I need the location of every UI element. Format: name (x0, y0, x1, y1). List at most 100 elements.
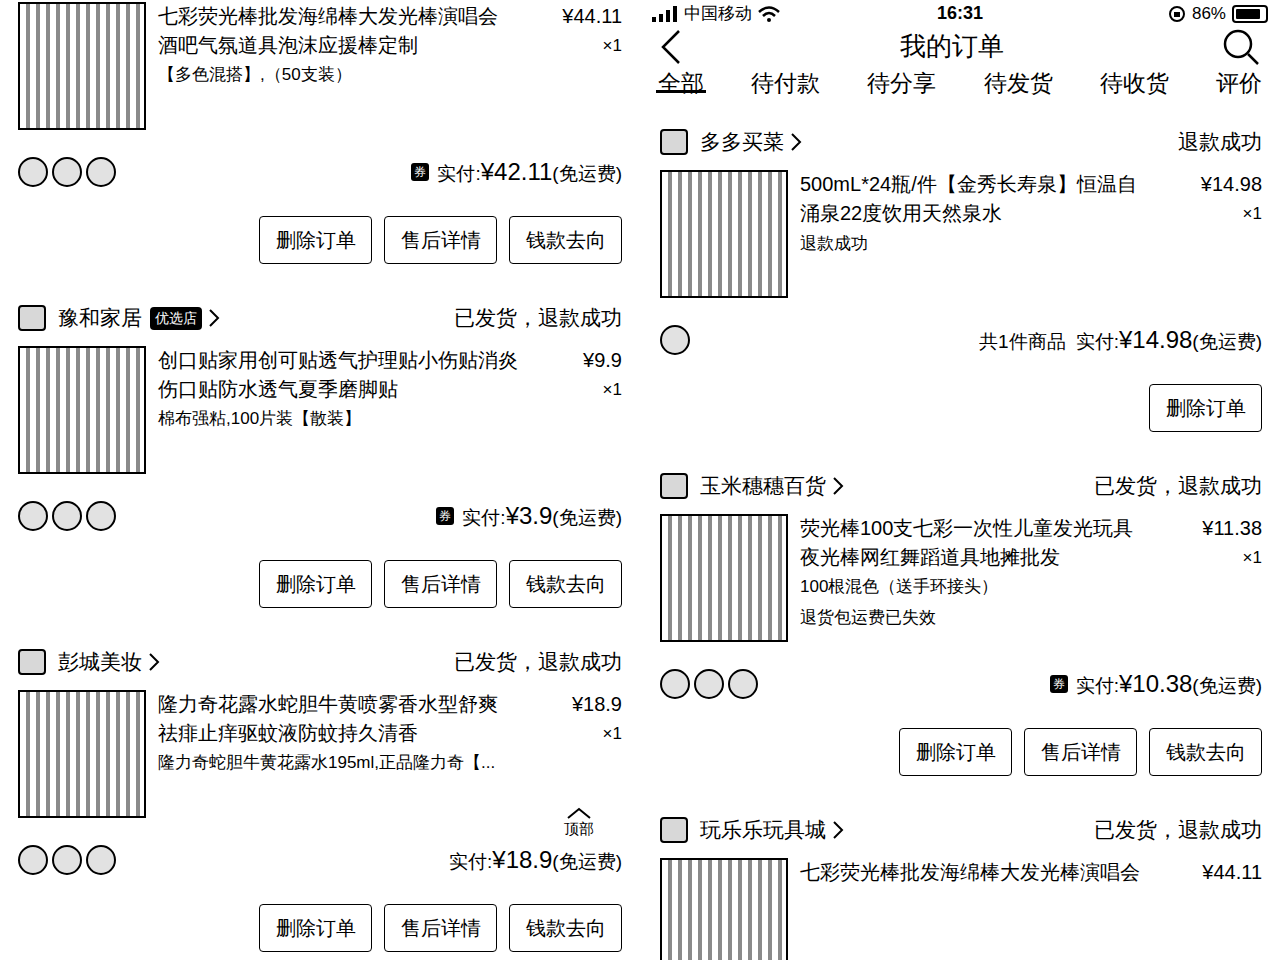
order-action-button[interactable]: 售后详情 (384, 904, 497, 952)
chevron-right-icon (790, 132, 802, 152)
back-icon[interactable] (660, 29, 682, 65)
product-price: ¥44.11 (562, 2, 622, 31)
back-to-top-button[interactable]: 顶部 (560, 806, 598, 838)
order-action-button[interactable]: 钱款去向 (509, 216, 622, 264)
shipping-note: (免运费) (552, 160, 622, 189)
shop-link[interactable]: 玩乐乐玩具城 (660, 814, 844, 846)
wifi-icon (758, 6, 780, 22)
avatar-icon (52, 157, 82, 187)
order-list: 多多买菜退款成功500mL*24瓶/件【金秀长寿泉】恒温自涌泉22度饮用天然泉水… (640, 101, 1280, 960)
order-actions: 删除订单售后详情钱款去向 (18, 560, 622, 608)
shop-name: 玩乐乐玩具城 (700, 814, 826, 846)
product-row[interactable]: 创口贴家用创可贴透气护理贴小伤贴消炎伤口贴防水透气夏季磨脚贴¥9.9×1棉布强粘… (18, 346, 622, 474)
avatar-icon (728, 669, 758, 699)
product-image (660, 514, 788, 642)
product-price: ¥44.11 (1202, 858, 1262, 887)
coupon-icon: 券 (436, 507, 454, 525)
order-card[interactable]: 玩乐乐玩具城 已发货，退款成功七彩荧光棒批发海绵棒大发光棒演唱会¥44.11 (660, 806, 1262, 960)
product-price: ¥11.38 (1202, 514, 1262, 543)
product-title: 创口贴家用创可贴透气护理贴小伤贴消炎伤口贴防水透气夏季磨脚贴 (158, 346, 518, 404)
product-row[interactable]: 500mL*24瓶/件【金秀长寿泉】恒温自涌泉22度饮用天然泉水¥14.98×1… (660, 170, 1262, 298)
page-title: 我的订单 (900, 27, 1004, 66)
tab[interactable]: 全部 (658, 66, 704, 101)
order-action-button[interactable]: 钱款去向 (509, 560, 622, 608)
avatar-icon (86, 845, 116, 875)
product-note: 退货包运费已失效 (800, 602, 1262, 634)
tab[interactable]: 待发货 (984, 66, 1053, 101)
shop-link[interactable]: 玉米穗穗百货 (660, 470, 844, 502)
product-qty: ×1 (603, 31, 622, 60)
product-row[interactable]: 隆力奇花露水蛇胆牛黄喷雾香水型舒爽祛痱止痒驱蚊液防蚊持久清香¥18.9×1隆力奇… (18, 690, 622, 818)
avatar-icon (18, 501, 48, 531)
order-action-button[interactable]: 删除订单 (899, 728, 1012, 776)
item-count: 共1件商品 (979, 328, 1066, 357)
shipping-note: (免运费) (552, 848, 622, 877)
paid-amount: ¥42.11 (481, 154, 553, 190)
product-row[interactable]: 七彩荧光棒批发海绵棒大发光棒演唱会酒吧气氛道具泡沫应援棒定制¥44.11×1【多… (18, 2, 622, 130)
order-action-button[interactable]: 售后详情 (384, 560, 497, 608)
paid-label: 实付: (462, 504, 505, 533)
shop-link[interactable]: 彭城美妆 (18, 646, 160, 678)
avatar-group (18, 501, 120, 531)
avatar-icon (18, 157, 48, 187)
battery-icon (1232, 5, 1268, 23)
shop-name: 多多买菜 (700, 126, 784, 158)
order-action-button[interactable]: 售后详情 (384, 216, 497, 264)
order-actions: 删除订单售后详情钱款去向 (660, 728, 1262, 776)
order-action-button[interactable]: 钱款去向 (509, 904, 622, 952)
signal-icon (652, 6, 678, 22)
tab[interactable]: 待付款 (751, 66, 820, 101)
order-card[interactable]: 豫和家居优选店已发货，退款成功创口贴家用创可贴透气护理贴小伤贴消炎伤口贴防水透气… (18, 294, 622, 608)
order-card[interactable]: 多多买菜退款成功500mL*24瓶/件【金秀长寿泉】恒温自涌泉22度饮用天然泉水… (660, 118, 1262, 432)
rotation-lock-icon (1168, 5, 1186, 23)
paid-amount: ¥18.9 (492, 842, 552, 878)
avatar-icon (86, 501, 116, 531)
order-header: 玩乐乐玩具城 已发货，退款成功 (660, 806, 1262, 854)
shop-link[interactable]: 豫和家居优选店 (18, 302, 220, 334)
avatar-icon (86, 157, 116, 187)
order-action-button[interactable]: 删除订单 (1149, 384, 1262, 432)
order-card[interactable]: 七彩荧光棒批发海绵棒大发光棒演唱会酒吧气氛道具泡沫应援棒定制¥44.11×1【多… (18, 0, 622, 264)
order-action-button[interactable]: 删除订单 (259, 904, 372, 952)
order-footer: 券实付:¥3.9(免运费) (18, 474, 622, 558)
status-bar: 中国移动16:3186% (640, 0, 1280, 27)
order-action-button[interactable]: 钱款去向 (1149, 728, 1262, 776)
coupon-icon: 券 (411, 163, 429, 181)
product-title: 七彩荧光棒批发海绵棒大发光棒演唱会酒吧气氛道具泡沫应援棒定制 (158, 2, 498, 60)
order-actions: 删除订单 (660, 384, 1262, 432)
product-row[interactable]: 荧光棒100支七彩一次性儿童发光玩具夜光棒网红舞蹈道具地摊批发¥11.38×11… (660, 514, 1262, 642)
battery-percent: 86% (1192, 1, 1226, 27)
nav-header: 我的订单 (640, 27, 1280, 66)
paid-amount: ¥3.9 (506, 498, 553, 534)
order-action-button[interactable]: 售后详情 (1024, 728, 1137, 776)
order-actions: 删除订单售后详情钱款去向 (18, 216, 622, 264)
shop-logo-icon (18, 305, 46, 331)
product-row[interactable]: 七彩荧光棒批发海绵棒大发光棒演唱会¥44.11 (660, 858, 1262, 960)
coupon-icon: 券 (1050, 675, 1068, 693)
paid-label: 实付: (1076, 328, 1119, 357)
product-qty: ×1 (603, 719, 622, 748)
app: 七彩荧光棒批发海绵棒大发光棒演唱会酒吧气氛道具泡沫应援棒定制¥44.11×1【多… (0, 0, 1280, 960)
avatar-icon (660, 669, 690, 699)
order-card[interactable]: 玉米穗穗百货已发货，退款成功荧光棒100支七彩一次性儿童发光玩具夜光棒网红舞蹈道… (660, 462, 1262, 776)
order-footer: 实付:¥18.9(免运费) (18, 818, 622, 902)
search-icon[interactable] (1222, 28, 1260, 66)
shop-link[interactable]: 多多买菜 (660, 126, 802, 158)
order-action-button[interactable]: 删除订单 (259, 216, 372, 264)
tab[interactable]: 待收货 (1100, 66, 1169, 101)
product-title: 荧光棒100支七彩一次性儿童发光玩具夜光棒网红舞蹈道具地摊批发 (800, 514, 1133, 572)
order-action-button[interactable]: 删除订单 (259, 560, 372, 608)
avatar-icon (52, 845, 82, 875)
product-qty: ×1 (603, 375, 622, 404)
order-header: 彭城美妆已发货，退款成功 (18, 638, 622, 686)
avatar-icon (694, 669, 724, 699)
order-status: 已发货，退款成功 (1094, 814, 1262, 846)
order-card[interactable]: 彭城美妆已发货，退款成功隆力奇花露水蛇胆牛黄喷雾香水型舒爽祛痱止痒驱蚊液防蚊持久… (18, 638, 622, 952)
tab[interactable]: 评价 (1216, 66, 1262, 101)
product-qty: ×1 (1243, 543, 1262, 572)
product-price: ¥18.9 (572, 690, 622, 719)
tab[interactable]: 待分享 (867, 66, 936, 101)
chevron-right-icon (148, 652, 160, 672)
shipping-note: (免运费) (552, 504, 622, 533)
avatar-icon (660, 325, 690, 355)
